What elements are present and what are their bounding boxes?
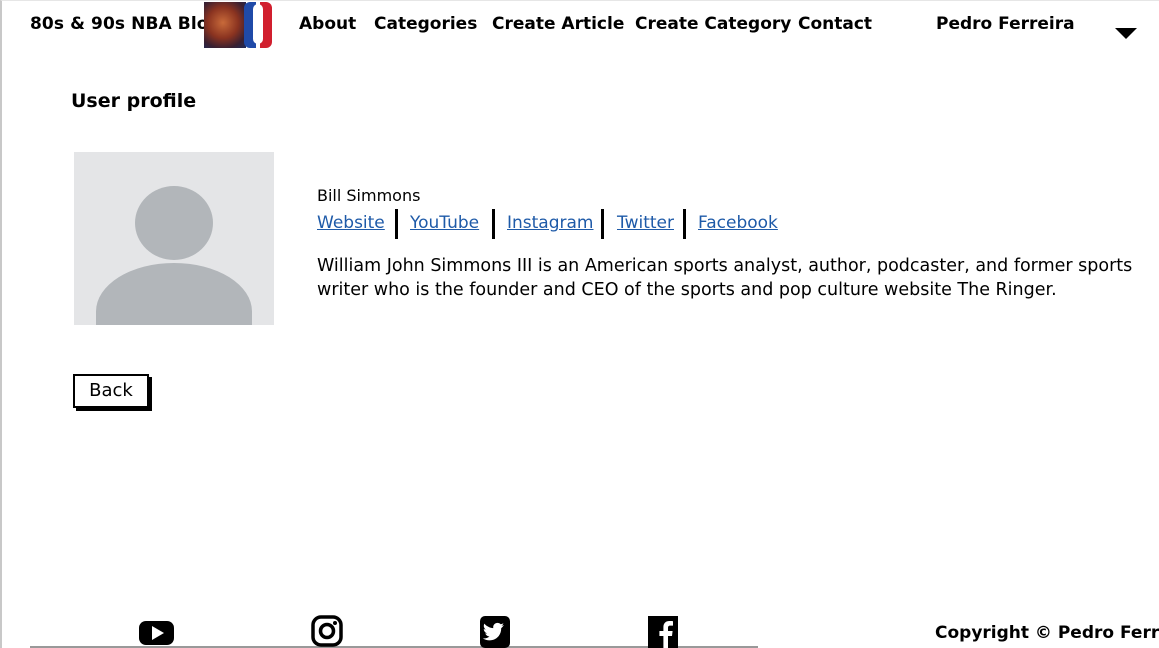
twitter-icon[interactable]	[479, 615, 511, 648]
link-instagram[interactable]: Instagram	[507, 213, 594, 233]
brand-link[interactable]: 80s & 90s NBA Blog	[30, 14, 221, 34]
nav-categories[interactable]: Categories	[374, 14, 477, 34]
link-facebook[interactable]: Facebook	[698, 213, 778, 233]
user-menu-dropdown-icon[interactable]	[1115, 28, 1137, 39]
profile-name: Bill Simmons	[317, 186, 421, 205]
avatar-body-shape	[96, 263, 252, 325]
link-youtube[interactable]: YouTube	[410, 213, 479, 233]
avatar	[74, 152, 274, 325]
copyright-text: Copyright © Pedro Ferreira	[935, 623, 1159, 643]
profile-bio: William John Simmons III is an American …	[317, 256, 1133, 300]
link-divider	[492, 209, 495, 239]
page-title: User profile	[71, 90, 197, 112]
link-divider	[601, 209, 604, 239]
current-user-name[interactable]: Pedro Ferreira	[936, 14, 1075, 34]
top-navbar: 80s & 90s NBA Blog About Categories Crea…	[2, 1, 1159, 51]
avatar-head-shape	[135, 186, 213, 260]
link-divider	[395, 209, 398, 239]
nba-logo-icon	[244, 2, 272, 48]
nav-about[interactable]: About	[299, 14, 356, 34]
nav-contact[interactable]: Contact	[798, 14, 872, 34]
nav-create-category[interactable]: Create Category	[635, 14, 791, 34]
basketball-image	[204, 2, 246, 48]
back-button[interactable]: Back	[73, 374, 149, 408]
nba-logo[interactable]	[204, 2, 272, 48]
link-twitter[interactable]: Twitter	[617, 213, 674, 233]
link-website[interactable]: Website	[317, 213, 385, 233]
youtube-icon[interactable]	[138, 615, 175, 648]
nav-create-article[interactable]: Create Article	[492, 14, 624, 34]
instagram-icon[interactable]	[311, 615, 343, 648]
facebook-icon[interactable]	[647, 615, 679, 648]
link-divider	[683, 209, 686, 239]
